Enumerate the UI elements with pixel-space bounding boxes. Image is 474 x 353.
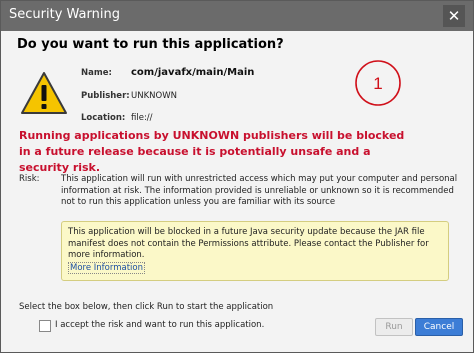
accept-risk-label[interactable]: I accept the risk and want to run this a… [55,320,264,330]
window-title: Security Warning [9,7,120,22]
dialog-heading: Do you want to run this application? [17,37,284,52]
close-icon[interactable]: ✕ [443,5,465,27]
annotation-circle: 1 [355,60,401,106]
location-value: file:// [131,113,153,123]
unknown-publisher-warning: Running applications by UNKNOWN publishe… [19,129,405,174]
cancel-button[interactable]: Cancel [415,318,463,336]
security-warning-dialog: Security Warning ✕ Do you want to run th… [0,0,474,353]
publisher-label: Publisher: [81,91,130,101]
select-hint: Select the box below, then click Run to … [19,302,274,312]
title-bar: Security Warning ✕ [1,1,473,31]
risk-description: This application will run with unrestric… [61,174,458,207]
app-name-value: com/javafx/main/Main [131,67,255,78]
permissions-notice: This application will be blocked in a fu… [61,221,449,281]
annotation-number: 1 [373,74,382,93]
run-button[interactable]: Run [375,318,413,336]
location-label: Location: [81,113,126,123]
risk-label: Risk: [19,174,40,184]
accept-risk-checkbox[interactable] [39,320,51,332]
name-label: Name: [81,68,112,78]
dialog-content: Do you want to run this application? Nam… [1,31,473,352]
publisher-value: UNKNOWN [131,91,177,101]
notice-text: This application will be blocked in a fu… [68,227,429,260]
more-information-link[interactable]: More Information [68,262,145,274]
warning-triangle-icon [21,72,67,114]
